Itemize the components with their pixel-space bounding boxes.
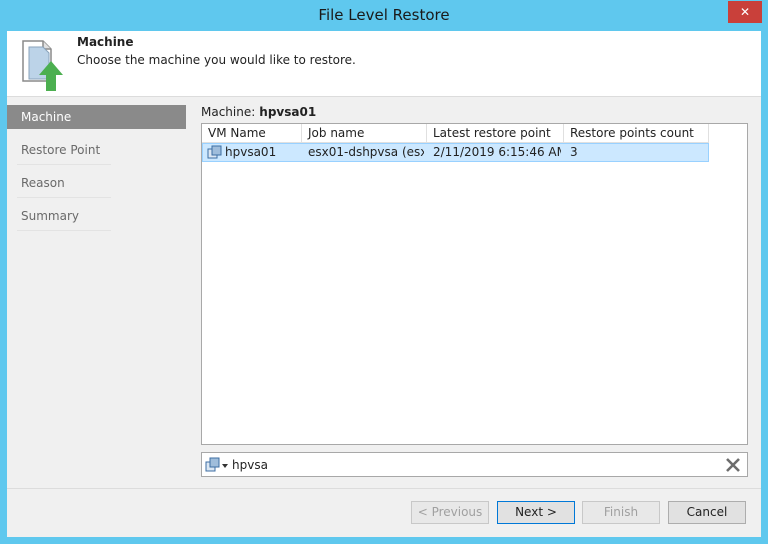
window-title: File Level Restore [318, 6, 450, 24]
step-machine[interactable]: Machine [7, 105, 186, 129]
title-bar[interactable]: File Level Restore ✕ [0, 0, 768, 31]
search-input[interactable] [232, 455, 712, 474]
close-icon: ✕ [739, 5, 751, 19]
restore-document-icon [13, 37, 69, 93]
cell-latest-restore-point: 2/11/2019 6:15:46 AM [433, 145, 561, 159]
column-header-latest-restore-point[interactable]: Latest restore point [427, 124, 564, 143]
wizard-steps-sidebar: Machine Restore Point Reason Summary [7, 97, 188, 488]
cell-job-name: esx01-dshpvsa (esx... [308, 145, 424, 159]
machine-selection-label: Machine: hpvsa01 [201, 105, 316, 119]
step-reason[interactable]: Reason [7, 171, 186, 195]
step-title: Machine [77, 35, 134, 49]
machine-name-value: hpvsa01 [259, 105, 317, 119]
wizard-footer: < Previous Next > Finish Cancel [7, 488, 761, 537]
close-button[interactable]: ✕ [728, 1, 762, 23]
step-divider [17, 230, 111, 231]
clear-search-icon[interactable] [724, 456, 742, 474]
wizard-content: Machine: hpvsa01 VM Name Job name Latest … [188, 97, 761, 488]
machine-label-text: Machine: [201, 105, 256, 119]
object-type-dropdown[interactable] [205, 456, 229, 474]
wizard-client-area: Machine Choose the machine you would lik… [7, 31, 761, 537]
step-divider [17, 164, 111, 165]
cell-restore-points-count: 3 [570, 145, 578, 159]
previous-button[interactable]: < Previous [411, 501, 489, 524]
cancel-button[interactable]: Cancel [668, 501, 746, 524]
column-header-vm-name[interactable]: VM Name [202, 124, 302, 143]
cell-vm-name: hpvsa01 [225, 145, 277, 159]
table-row[interactable]: hpvsa01 esx01-dshpvsa (esx... 2/11/2019 … [202, 143, 709, 162]
step-description: Choose the machine you would like to res… [77, 53, 356, 67]
step-summary[interactable]: Summary [7, 204, 186, 228]
wizard-header: Machine Choose the machine you would lik… [7, 31, 761, 97]
search-bar [201, 452, 748, 477]
next-button[interactable]: Next > [497, 501, 575, 524]
step-divider [17, 197, 111, 198]
step-restore-point[interactable]: Restore Point [7, 138, 186, 162]
column-header-restore-points-count[interactable]: Restore points count [564, 124, 709, 143]
column-header-job-name[interactable]: Job name [302, 124, 427, 143]
finish-button[interactable]: Finish [582, 501, 660, 524]
machines-table[interactable]: VM Name Job name Latest restore point Re… [201, 123, 748, 445]
vm-icon [207, 145, 223, 162]
file-level-restore-window: File Level Restore ✕ Machine Choose the … [0, 0, 768, 544]
